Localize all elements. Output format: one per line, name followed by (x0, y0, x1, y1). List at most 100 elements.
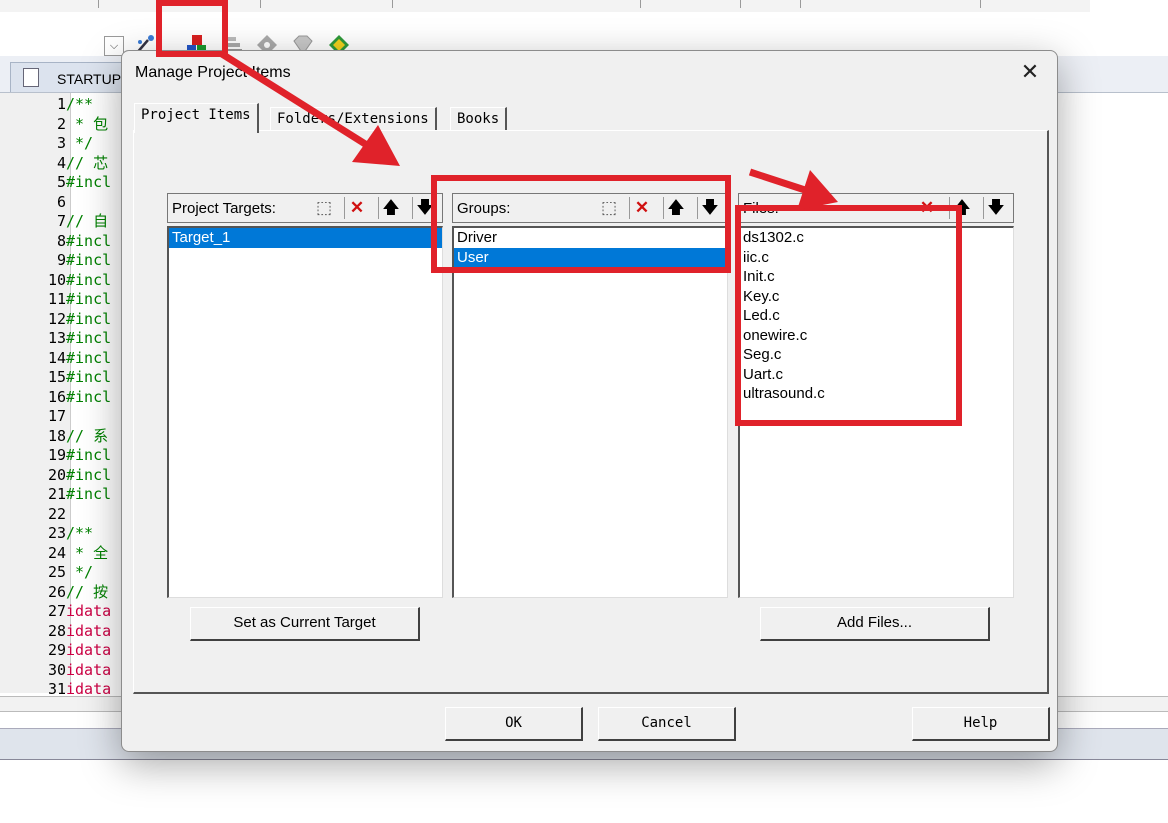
line-number: 10 (47, 270, 66, 289)
tab-books[interactable]: Books (450, 107, 508, 132)
code-text: idata (66, 602, 112, 620)
toolbar-highlight-box (156, 0, 228, 57)
toolbar-dropdown-chevron-icon[interactable]: ⌵ (104, 36, 124, 56)
code-line: 17 (0, 407, 130, 427)
code-line: 21#incl (0, 485, 130, 505)
code-line: 18// 系 (0, 427, 130, 447)
code-text: #incl (66, 485, 112, 503)
code-line: 5#incl (0, 173, 130, 193)
project-targets-list[interactable]: Target_1 (167, 226, 443, 598)
line-number: 17 (47, 407, 66, 425)
code-line: 12#incl (0, 310, 130, 330)
line-number: 21 (47, 485, 66, 503)
toolbar-separator (800, 0, 801, 8)
dialog-title-bar[interactable]: Manage Project Items ✕ (122, 51, 1057, 95)
groups-list[interactable]: Driver User (452, 226, 728, 598)
line-number: 6 (56, 192, 66, 211)
line-number: 16 (47, 387, 66, 406)
code-text: * 全 (66, 543, 109, 562)
move-file-down-icon[interactable]: 🡇 (983, 197, 1008, 219)
move-target-up-icon[interactable]: 🡅 (378, 197, 403, 219)
project-targets-header: Project Targets: ⬚ ✕ 🡅 🡇 (167, 193, 443, 223)
line-number: 27 (47, 602, 66, 620)
line-number: 30 (47, 660, 66, 679)
toolbar-separator (98, 0, 99, 8)
editor-file-tab-label: STARTUP (57, 71, 122, 87)
code-line: 19#incl (0, 446, 130, 466)
code-text: #incl (66, 329, 112, 347)
code-text: idata (66, 660, 112, 679)
code-line: 3 */ (0, 134, 130, 154)
line-number: 28 (47, 621, 66, 640)
line-number: 26 (47, 582, 66, 601)
line-number: 13 (47, 329, 66, 347)
code-line: 13#incl (0, 329, 130, 349)
code-line: 11#incl (0, 290, 130, 310)
help-button[interactable]: Help (912, 707, 1050, 741)
code-text: */ (66, 134, 94, 152)
code-line: 15#incl (0, 368, 130, 388)
code-line: 14#incl (0, 349, 130, 369)
toolbar-separator (740, 0, 741, 8)
new-target-icon[interactable]: ⬚ (312, 197, 336, 219)
line-number: 15 (47, 368, 66, 386)
code-text: idata (66, 621, 112, 640)
dialog-title: Manage Project Items (135, 64, 291, 81)
line-number: 24 (47, 543, 66, 562)
toolbar-separator (980, 0, 981, 8)
groups-highlight-box (431, 175, 731, 273)
code-line: 4// 芯 (0, 154, 130, 174)
code-text: #incl (66, 173, 112, 191)
document-icon (23, 68, 39, 87)
delete-target-icon[interactable]: ✕ (344, 197, 369, 219)
code-line: 25 */ (0, 563, 130, 583)
line-number: 1 (56, 95, 66, 113)
line-number: 5 (56, 173, 66, 191)
code-line: 9#incl (0, 251, 130, 271)
line-number: 11 (47, 290, 66, 308)
code-text: // 系 (66, 426, 109, 445)
target-list-item[interactable]: Target_1 (169, 228, 442, 248)
line-number: 18 (47, 426, 66, 445)
code-text: #incl (66, 270, 112, 289)
code-line: 30idata (0, 661, 130, 681)
line-number: 19 (47, 446, 66, 464)
line-number: 2 (56, 114, 66, 133)
project-targets-label: Project Targets: (172, 200, 276, 217)
code-line: 16#incl (0, 388, 130, 408)
code-line: 24 * 全 (0, 544, 130, 564)
cancel-button[interactable]: Cancel (598, 707, 736, 741)
line-number: 23 (47, 524, 66, 542)
line-number: 14 (47, 348, 66, 367)
code-line: 26// 按 (0, 583, 130, 603)
line-number: 12 (47, 309, 66, 328)
code-text: #incl (66, 446, 112, 464)
line-number: 29 (47, 641, 66, 659)
line-number: 9 (56, 251, 66, 269)
toolbar-separator (392, 0, 393, 8)
toolbar-separator (260, 0, 261, 8)
add-files-button[interactable]: Add Files... (760, 607, 990, 641)
code-text: * 包 (66, 114, 109, 133)
code-line: 6 (0, 193, 130, 213)
code-line: 23/** (0, 524, 130, 544)
ok-button[interactable]: OK (445, 707, 583, 741)
line-number: 25 (47, 563, 66, 581)
code-text: // 自 (66, 212, 109, 230)
code-line: 27idata (0, 602, 130, 622)
code-text: // 按 (66, 582, 109, 601)
close-icon[interactable]: ✕ (1017, 61, 1043, 85)
tab-project-items[interactable]: Project Items (134, 103, 259, 133)
code-line: 2 * 包 (0, 115, 130, 135)
set-as-current-target-button[interactable]: Set as Current Target (190, 607, 420, 641)
code-text: #incl (66, 465, 112, 484)
code-text: #incl (66, 290, 112, 308)
code-text: #incl (66, 231, 112, 250)
code-line: 10#incl (0, 271, 130, 291)
files-highlight-box (735, 205, 962, 426)
line-number: 4 (56, 153, 66, 172)
code-text: // 芯 (66, 153, 109, 172)
tab-folders-extensions[interactable]: Folders/Extensions (270, 107, 437, 132)
code-line: 22 (0, 505, 130, 525)
code-line: 29idata (0, 641, 130, 661)
